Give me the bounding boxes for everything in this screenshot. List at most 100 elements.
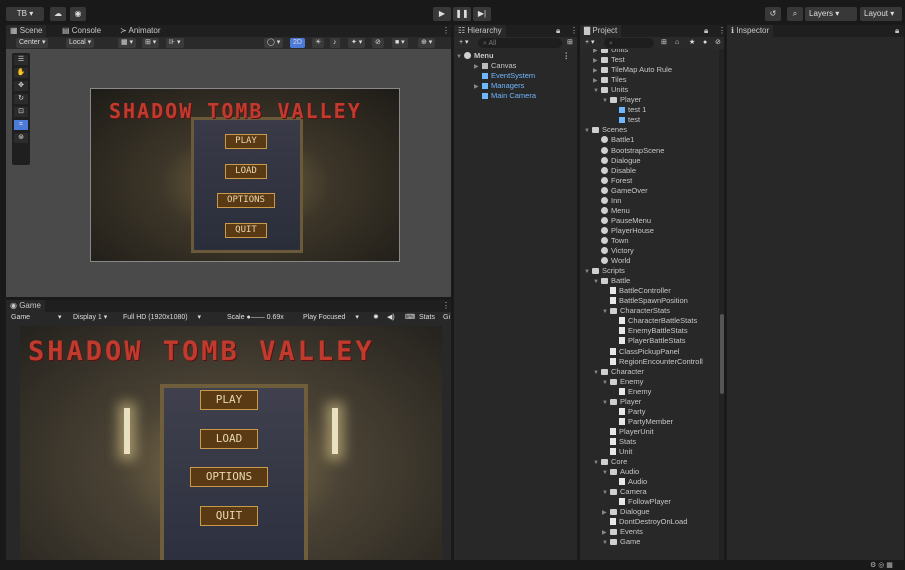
expand-arrow-open-icon[interactable]: ▼ [584, 126, 592, 136]
project-item[interactable]: test [611, 115, 640, 125]
transform-tool-icon[interactable]: ⊛ [14, 133, 28, 143]
expand-arrow-open-icon[interactable]: ▼ [602, 468, 610, 478]
search-by-label-icon[interactable]: ⌂ [672, 38, 682, 48]
hierarchy-add-button[interactable]: + ▾ [456, 38, 472, 48]
project-item[interactable]: ▶ Events [602, 527, 643, 537]
project-item[interactable]: FollowPlayer [611, 497, 671, 507]
project-item[interactable]: Dialogue [593, 156, 641, 166]
hierarchy-item-main-camera[interactable]: Main Camera [474, 91, 536, 101]
game-viewport[interactable]: SHADOW TOMB VALLEY PLAY LOAD OPTIONS QUI… [20, 326, 442, 560]
hierarchy-item-eventsystem[interactable]: EventSystem [474, 71, 535, 81]
gizmos-icon[interactable]: ⊕ ▾ [418, 38, 436, 48]
project-item[interactable]: ▶ Tiles [593, 75, 627, 85]
scene-quit-button[interactable]: QUIT [225, 223, 267, 238]
project-item[interactable]: PauseMenu [593, 216, 651, 226]
pause-button[interactable]: ❚❚ [453, 7, 471, 21]
tab-scene[interactable]: ▦ Scene [6, 25, 47, 37]
mode-2d-button[interactable]: 2D [290, 38, 305, 48]
history-icon[interactable]: ↺ [765, 7, 781, 21]
gizmos-button[interactable]: Gi [440, 313, 453, 323]
project-item[interactable]: BattleSpawnPosition [602, 296, 688, 306]
project-item[interactable]: ▶ Dialogue [602, 507, 650, 517]
expand-arrow-open-icon[interactable]: ▼ [584, 267, 592, 277]
draw-mode-icon[interactable]: ◯ ▾ [264, 38, 284, 48]
grid-snap-icon[interactable]: ▦ ▾ [118, 38, 137, 48]
tab-hierarchy[interactable]: ☷ Hierarchy [454, 25, 506, 37]
project-item[interactable]: EnemyBattleStats [611, 326, 688, 336]
project-item[interactable]: GameOver [593, 186, 648, 196]
hierarchy-lock-icon[interactable]: 🔒︎ [552, 25, 564, 37]
layout-dropdown[interactable]: Layout ▾ [860, 7, 902, 21]
project-item[interactable]: Forest [593, 176, 632, 186]
rotate-tool-icon[interactable]: ↻ [14, 94, 28, 104]
project-item[interactable]: ▼ Camera [602, 487, 647, 497]
project-item[interactable]: Audio [611, 477, 647, 487]
favorites-icon[interactable]: ★ [686, 38, 698, 48]
project-item[interactable]: Town [593, 236, 629, 246]
search-icon[interactable]: ⌕ [787, 7, 803, 21]
expand-arrow-open-icon[interactable]: ▼ [593, 368, 601, 378]
cloud-icon[interactable]: ☁ [50, 7, 66, 21]
expand-arrow-open-icon[interactable]: ▼ [602, 488, 610, 498]
project-item[interactable]: ▼ Scenes [584, 125, 627, 135]
project-item[interactable]: Disable [593, 166, 636, 176]
project-item[interactable]: Victory [593, 246, 634, 256]
hidden-packages-icon[interactable]: ⊘ [712, 38, 724, 48]
project-item[interactable]: ▼ Character [593, 367, 644, 377]
scene-play-button[interactable]: PLAY [225, 134, 267, 149]
project-item[interactable]: DontDestroyOnLoad [602, 517, 687, 527]
project-item[interactable]: ClassPickupPanel [602, 347, 679, 357]
project-item[interactable]: BattleController [602, 286, 671, 296]
resolution-dropdown[interactable]: Full HD (1920x1080) ▾ [120, 313, 204, 323]
project-item[interactable]: BootstrapScene [593, 146, 664, 156]
project-item[interactable]: ▼ Game [602, 537, 640, 547]
scale-slider[interactable]: Scale ●—— 0.69x [224, 313, 287, 323]
align-icon[interactable]: ⊪ ▾ [166, 38, 184, 48]
project-item[interactable]: ▶ Test [593, 55, 625, 65]
project-item[interactable]: ▼ Enemy [602, 377, 643, 387]
stats-button[interactable]: Stats [416, 313, 438, 323]
project-menu-icon[interactable]: ⋮ [714, 25, 724, 37]
load-button-game[interactable]: LOAD [200, 429, 258, 449]
hierarchy-item-managers[interactable]: ▶ Managers [474, 81, 524, 91]
project-add-button[interactable]: + ▾ [582, 38, 598, 48]
project-item[interactable]: PlayerHouse [593, 226, 654, 236]
project-item[interactable]: Party [611, 407, 646, 417]
expand-arrow-open-icon[interactable]: ▼ [602, 96, 610, 106]
project-item[interactable]: Menu [593, 206, 630, 216]
project-item[interactable]: Enemy [611, 387, 651, 397]
expand-arrow-open-icon[interactable]: ▼ [593, 86, 601, 96]
project-item[interactable]: ▼ Units [593, 85, 628, 95]
hierarchy-item-canvas[interactable]: ▶ Canvas [474, 61, 516, 71]
options-button-game[interactable]: OPTIONS [190, 467, 268, 487]
project-item[interactable]: PlayerUnit [602, 427, 654, 437]
expand-arrow-open-icon[interactable]: ▼ [602, 307, 610, 317]
space-dropdown[interactable]: Local ▾ [66, 38, 95, 48]
expand-arrow-open-icon[interactable]: ▼ [602, 378, 610, 388]
scene-viewport[interactable]: ☰ ✋ ✥ ↻ ⊡ ⌗ ⊛ SHADOW TOMB VALLEY PLAY LO… [6, 49, 451, 297]
display-dropdown[interactable]: Display 1 ▾ [70, 313, 110, 323]
packages-icon[interactable]: ● [700, 38, 710, 48]
project-item[interactable]: ▼ CharacterStats [602, 306, 670, 316]
project-item[interactable]: ▼ Battle [593, 276, 630, 286]
camera-icon[interactable]: ■ ▾ [392, 38, 408, 48]
expand-arrow-open-icon[interactable]: ▼ [602, 398, 610, 408]
project-item[interactable]: ▼ Core [593, 457, 627, 467]
hierarchy-search-input[interactable]: ⌕ All [478, 38, 562, 48]
hidden-objects-icon[interactable]: ⊘ [372, 38, 384, 48]
tab-game[interactable]: ◉ Game [6, 300, 45, 312]
play-mode-dropdown[interactable]: Play Focused ▾ [300, 313, 362, 323]
play-button[interactable]: ▶ [433, 7, 451, 21]
search-by-type-icon[interactable]: ⊞ [658, 38, 670, 48]
project-item[interactable]: ▼ Scripts [584, 266, 625, 276]
project-item[interactable]: ▼ Player [602, 397, 641, 407]
scene-options-button[interactable]: OPTIONS [217, 193, 275, 208]
audio-toggle-icon[interactable]: ♪ [330, 38, 340, 48]
hand-tool-icon[interactable]: ✋ [14, 68, 28, 78]
project-item[interactable]: ▼ Audio [602, 467, 639, 477]
account-dropdown[interactable]: TB ▾ [6, 7, 44, 21]
quit-button-game[interactable]: QUIT [200, 506, 258, 526]
project-item[interactable]: PartyMember [611, 417, 673, 427]
layers-dropdown[interactable]: Layers ▾ [805, 7, 857, 21]
hierarchy-filter-icon[interactable]: ⊞ [564, 38, 576, 48]
